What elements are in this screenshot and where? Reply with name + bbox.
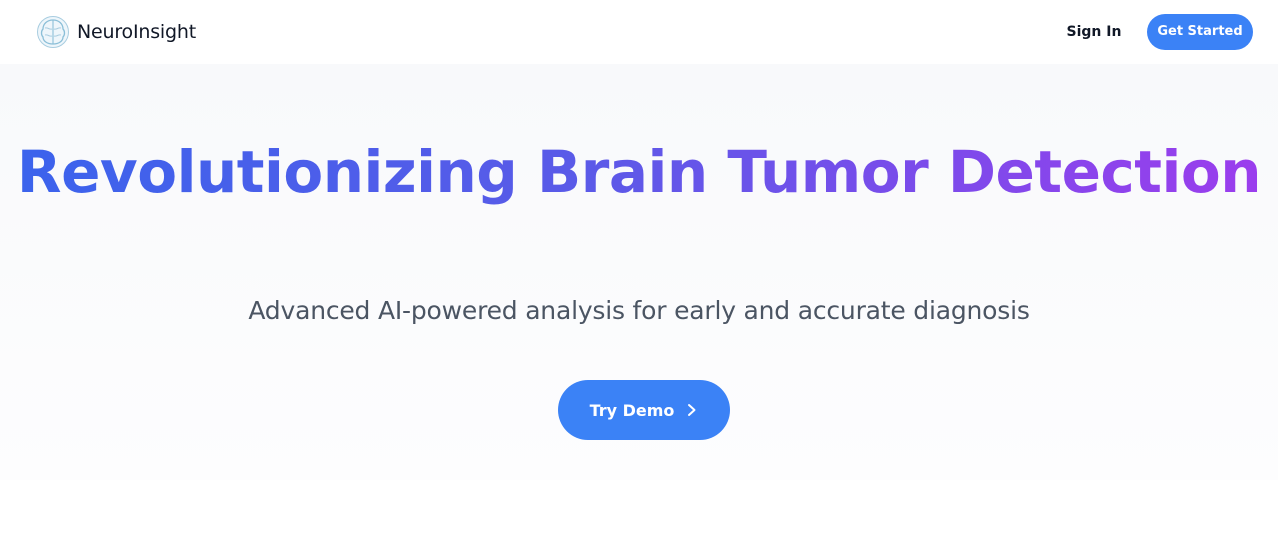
chevron-right-icon <box>688 404 696 416</box>
try-demo-label: Try Demo <box>589 400 675 420</box>
get-started-button[interactable]: Get Started <box>1147 14 1253 50</box>
brand-logo-link[interactable]: NeuroInsight <box>36 15 196 49</box>
hero-headline: Revolutionizing Brain Tumor Detection <box>0 136 1278 208</box>
sign-in-button[interactable]: Sign In <box>1062 14 1126 50</box>
hero-subtitle: Advanced AI-powered analysis for early a… <box>248 296 1030 325</box>
try-demo-button[interactable]: Try Demo <box>558 380 730 440</box>
hero-section: Revolutionizing Brain Tumor Detection Ad… <box>0 64 1278 480</box>
brain-icon <box>37 16 69 48</box>
navbar: NeuroInsight Sign In Get Started <box>0 0 1278 64</box>
hero-headline-text: Revolutionizing Brain Tumor Detection <box>16 138 1262 206</box>
brand-name: NeuroInsight <box>77 21 196 43</box>
